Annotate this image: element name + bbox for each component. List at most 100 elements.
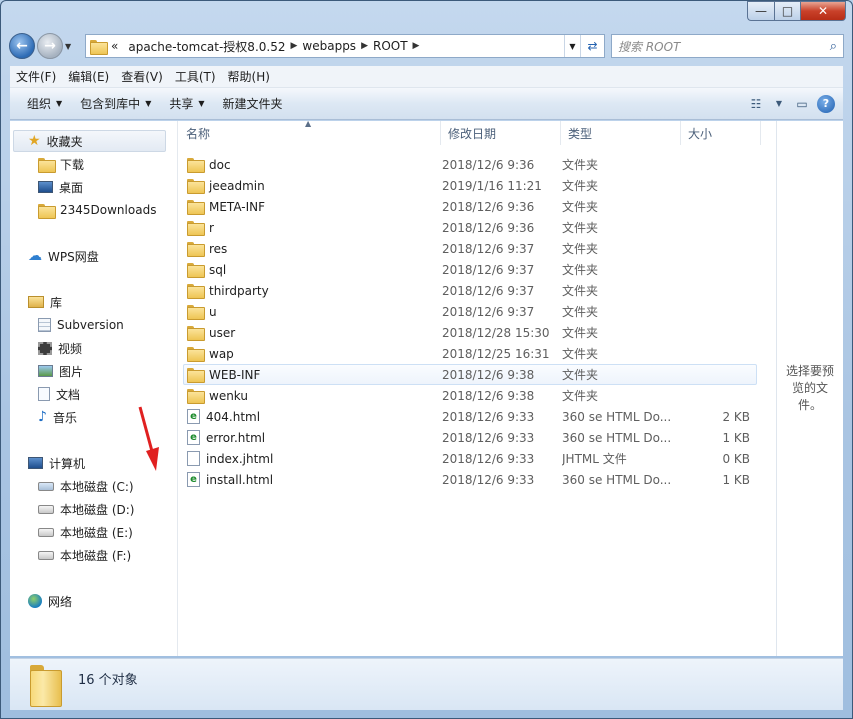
file-type: 文件夹 bbox=[562, 263, 599, 277]
column-size[interactable]: 大小 bbox=[681, 121, 761, 145]
file-row[interactable]: jeeadmin 2019/1/16 11:21 文件夹 bbox=[183, 175, 757, 196]
network-icon bbox=[28, 594, 42, 608]
navigation-pane: ★ 收藏夹 下载 桌面 2345Downloads ☁ WPS网盘 库 Subver… bbox=[10, 121, 170, 656]
address-bar[interactable]: « apache-tomcat-授权8.0.52 ▶ webapps ▶ ROO… bbox=[85, 34, 605, 58]
column-date[interactable]: 修改日期 bbox=[441, 121, 561, 145]
nav-label: 下载 bbox=[60, 157, 85, 172]
nav-label: 计算机 bbox=[49, 456, 86, 471]
file-row[interactable]: u 2018/12/6 9:37 文件夹 bbox=[183, 301, 757, 322]
nav-drive-c[interactable]: 本地磁盘 (C:) bbox=[38, 475, 134, 497]
file-row[interactable]: WEB-INF 2018/12/6 9:38 文件夹 bbox=[183, 364, 757, 385]
preview-pane: 选择要预览的文件。 bbox=[776, 121, 843, 656]
nav-music[interactable]: ♪ 音乐 bbox=[38, 406, 77, 428]
nav-subversion[interactable]: Subversion bbox=[38, 314, 124, 336]
menu-edit[interactable]: 编辑(E) bbox=[62, 68, 115, 85]
nav-drive-f[interactable]: 本地磁盘 (F:) bbox=[38, 544, 131, 566]
nav-videos[interactable]: 视频 bbox=[38, 337, 82, 359]
menu-view[interactable]: 查看(V) bbox=[115, 68, 169, 85]
nav-network[interactable]: 网络 bbox=[28, 590, 72, 612]
file-row[interactable]: res 2018/12/6 9:37 文件夹 bbox=[183, 238, 757, 259]
maximize-button[interactable]: □ bbox=[774, 1, 800, 21]
nav-libraries[interactable]: 库 bbox=[28, 291, 62, 313]
view-options-icon[interactable]: ☷ bbox=[741, 97, 771, 111]
preview-pane-icon[interactable]: ▭ bbox=[787, 97, 817, 111]
chevron-right-icon[interactable]: ▶ bbox=[290, 41, 297, 51]
help-icon[interactable]: ? bbox=[817, 94, 835, 113]
nav-drive-e[interactable]: 本地磁盘 (E:) bbox=[38, 521, 133, 543]
recent-pages-dropdown[interactable]: ▼ bbox=[65, 42, 79, 51]
chevron-right-icon[interactable]: ▶ bbox=[361, 41, 368, 51]
caption-buttons: — □ ✕ bbox=[747, 1, 846, 21]
nav-favorites[interactable]: ★ 收藏夹 bbox=[13, 130, 166, 152]
close-button[interactable]: ✕ bbox=[800, 1, 846, 21]
file-type: JHTML 文件 bbox=[562, 452, 627, 466]
file-name: r bbox=[209, 220, 214, 235]
blank-file-icon bbox=[187, 451, 200, 466]
file-row[interactable]: doc 2018/12/6 9:36 文件夹 bbox=[183, 154, 757, 175]
organize-button[interactable]: 组织 ▼ bbox=[18, 95, 71, 112]
nav-label: 本地磁盘 (D:) bbox=[60, 502, 135, 517]
subversion-icon bbox=[38, 318, 51, 332]
file-date: 2018/12/6 9:33 bbox=[442, 430, 535, 445]
nav-computer[interactable]: 计算机 bbox=[28, 452, 85, 474]
breadcrumb-webapps[interactable]: webapps bbox=[302, 39, 356, 53]
file-row[interactable]: r 2018/12/6 9:36 文件夹 bbox=[183, 217, 757, 238]
file-name-cell: sql bbox=[184, 262, 442, 278]
file-row[interactable]: user 2018/12/28 15:30 文件夹 bbox=[183, 322, 757, 343]
star-icon: ★ bbox=[28, 133, 41, 149]
file-row[interactable]: sql 2018/12/6 9:37 文件夹 bbox=[183, 259, 757, 280]
new-folder-button[interactable]: 新建文件夹 bbox=[214, 95, 292, 112]
folder-icon bbox=[187, 263, 205, 278]
nav-drive-d[interactable]: 本地磁盘 (D:) bbox=[38, 498, 134, 520]
forward-button[interactable]: → bbox=[37, 33, 63, 59]
column-type[interactable]: 类型 bbox=[561, 121, 681, 145]
share-button[interactable]: 共享 ▼ bbox=[160, 95, 213, 112]
file-name-cell: WEB-INF bbox=[184, 367, 442, 383]
nav-wps-cloud[interactable]: ☁ WPS网盘 bbox=[28, 245, 99, 267]
nav-downloads[interactable]: 下载 bbox=[38, 153, 84, 175]
file-type: 文件夹 bbox=[562, 305, 599, 319]
file-name: jeeadmin bbox=[209, 178, 265, 193]
breadcrumb-root[interactable]: ROOT bbox=[373, 39, 408, 53]
nav-pictures[interactable]: 图片 bbox=[38, 360, 83, 382]
chevron-down-icon[interactable]: ▼ bbox=[771, 99, 787, 108]
file-row[interactable]: thirdparty 2018/12/6 9:37 文件夹 bbox=[183, 280, 757, 301]
address-dropdown[interactable]: ▼ bbox=[564, 35, 580, 57]
file-row[interactable]: wenku 2018/12/6 9:38 文件夹 bbox=[183, 385, 757, 406]
menu-help[interactable]: 帮助(H) bbox=[222, 68, 276, 85]
nav-2345downloads[interactable]: 2345Downloads bbox=[38, 199, 156, 221]
chevron-right-icon[interactable]: ▶ bbox=[413, 41, 420, 51]
file-date: 2018/12/6 9:37 bbox=[442, 283, 535, 298]
minimize-button[interactable]: — bbox=[747, 1, 774, 21]
menu-tools[interactable]: 工具(T) bbox=[169, 68, 222, 85]
folder-icon bbox=[187, 200, 205, 215]
search-placeholder: 搜索 ROOT bbox=[618, 39, 681, 54]
file-name: sql bbox=[209, 262, 227, 277]
refresh-icon[interactable]: ⇄ bbox=[580, 35, 604, 57]
search-icon[interactable]: ⌕ bbox=[830, 39, 837, 54]
folder-icon bbox=[187, 389, 205, 404]
drive-icon bbox=[38, 550, 54, 560]
breadcrumb-tomcat[interactable]: apache-tomcat-授权8.0.52 bbox=[128, 38, 285, 55]
large-folder-icon bbox=[30, 665, 62, 707]
breadcrumb-overflow[interactable]: « bbox=[111, 39, 118, 53]
computer-icon bbox=[28, 457, 43, 469]
file-row[interactable]: wap 2018/12/25 16:31 文件夹 bbox=[183, 343, 757, 364]
file-row[interactable]: e 404.html 2018/12/6 9:33 360 se HTML Do...… bbox=[183, 406, 757, 427]
nav-desktop[interactable]: 桌面 bbox=[38, 176, 83, 198]
back-button[interactable]: ← bbox=[9, 33, 35, 59]
file-row[interactable]: e install.html 2018/12/6 9:33 360 se HTML D… bbox=[183, 469, 757, 490]
file-row[interactable]: e error.html 2018/12/6 9:33 360 se HTML Do.… bbox=[183, 427, 757, 448]
file-name: WEB-INF bbox=[209, 367, 261, 382]
nav-label: Subversion bbox=[57, 318, 124, 332]
column-name[interactable]: 名称 ▲ bbox=[179, 119, 441, 145]
file-row[interactable]: META-INF 2018/12/6 9:36 文件夹 bbox=[183, 196, 757, 217]
include-library-button[interactable]: 包含到库中 ▼ bbox=[71, 95, 160, 112]
nav-documents[interactable]: 文档 bbox=[38, 383, 80, 405]
file-row[interactable]: index.jhtml 2018/12/6 9:33 JHTML 文件 0 KB bbox=[183, 448, 757, 469]
search-input[interactable]: 搜索 ROOT ⌕ bbox=[611, 34, 844, 58]
folder-icon bbox=[187, 347, 205, 362]
file-name: wenku bbox=[209, 388, 248, 403]
menu-file[interactable]: 文件(F) bbox=[10, 68, 62, 85]
pane-splitter[interactable] bbox=[170, 121, 178, 656]
